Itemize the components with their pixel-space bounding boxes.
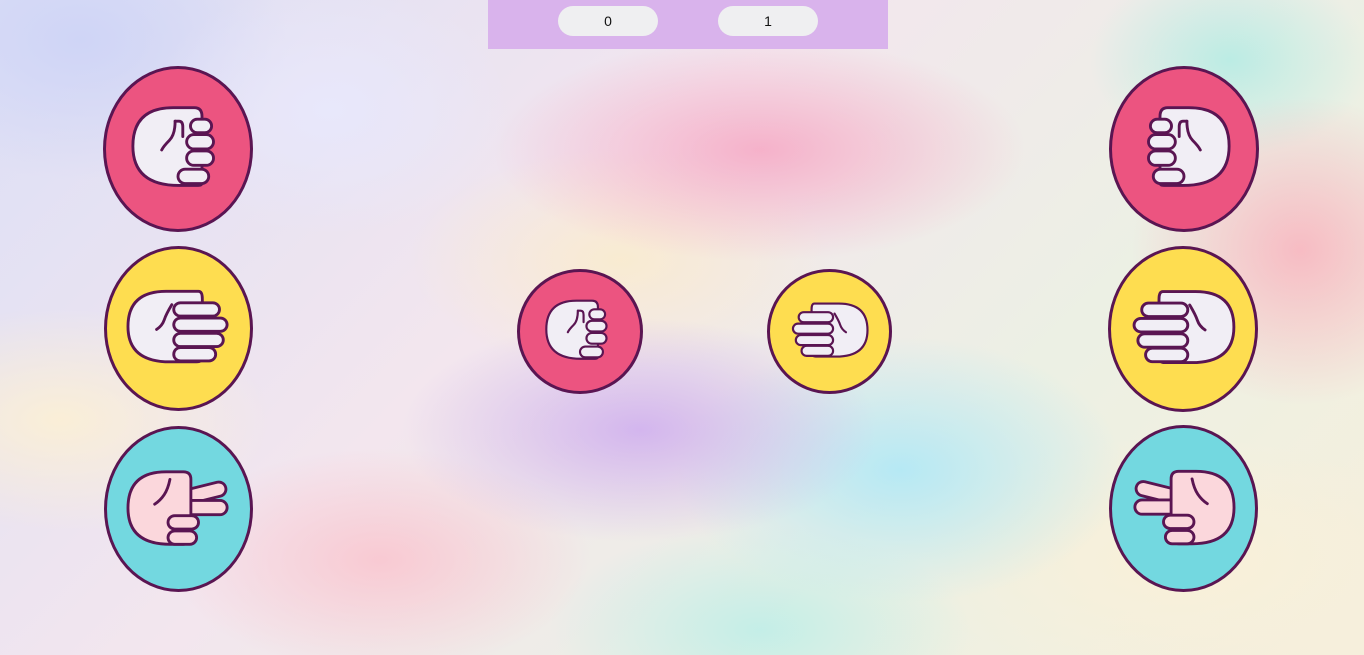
player-score: 0: [558, 6, 658, 36]
computer-scissors-button[interactable]: [1109, 425, 1258, 592]
player-scissors-button[interactable]: [104, 426, 253, 592]
two-fingers-icon: [107, 429, 250, 589]
open-hand-icon: [1111, 249, 1255, 409]
fist-icon: [520, 272, 640, 391]
computer-paper-button[interactable]: [1108, 246, 1258, 412]
scoreboard: 0 1: [488, 0, 888, 49]
fist-icon: [1112, 69, 1256, 229]
player-paper-button[interactable]: [104, 246, 253, 411]
player-rock-button[interactable]: [103, 66, 253, 232]
open-hand-icon: [770, 272, 889, 391]
open-hand-icon: [107, 249, 250, 408]
fist-icon: [106, 69, 250, 229]
player-pick-rock: [517, 269, 643, 394]
two-fingers-icon: [1112, 428, 1255, 589]
computer-score: 1: [718, 6, 818, 36]
game-stage: 0 1: [0, 0, 1364, 655]
computer-pick-paper: [767, 269, 892, 394]
computer-rock-button[interactable]: [1109, 66, 1259, 232]
